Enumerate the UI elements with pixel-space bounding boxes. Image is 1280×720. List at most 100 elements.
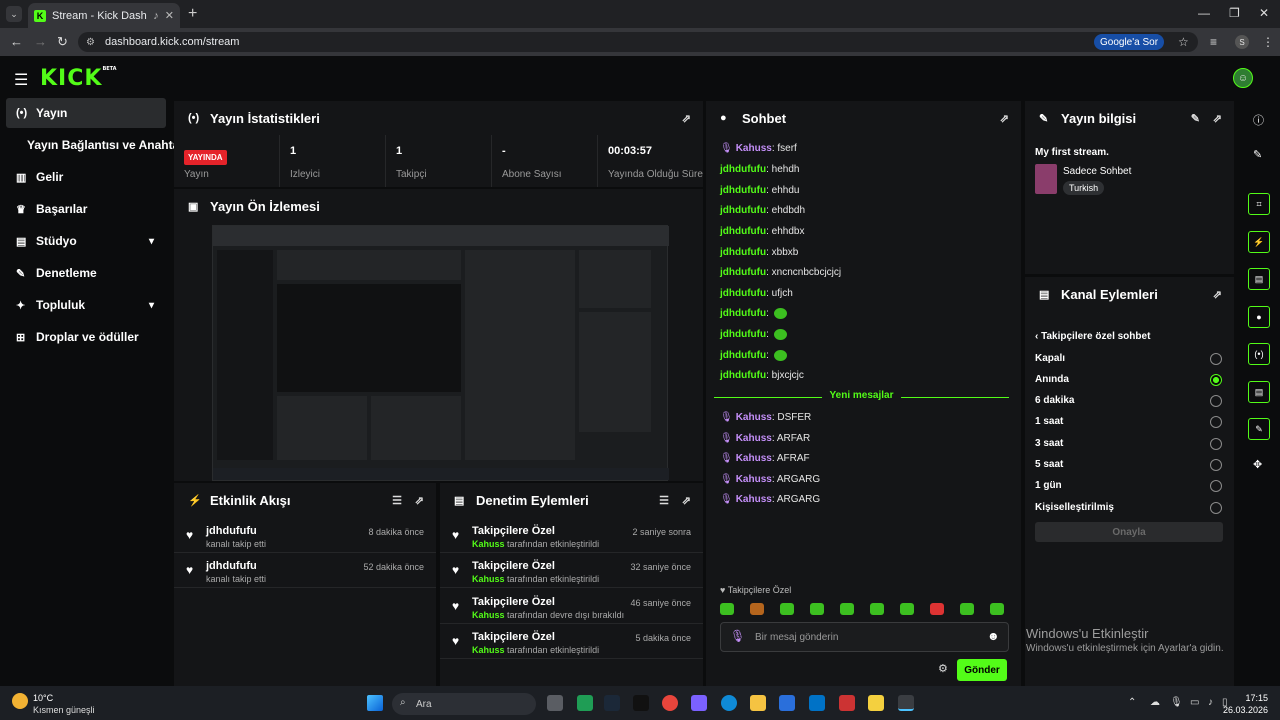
option-1-saat[interactable]: 1 saat [1035, 411, 1224, 432]
browser-menu-icon[interactable]: ⋮ [1262, 35, 1274, 49]
url-field[interactable]: ⚙ dashboard.kick.com/stream [78, 32, 1198, 52]
info-icon[interactable]: ⓘ [1253, 112, 1264, 128]
sidebar-item-basarilar[interactable]: ♛ Başarılar [6, 194, 166, 224]
microphone-tray-icon[interactable]: 🎙 [1170, 697, 1183, 708]
kick-logo[interactable]: KICKBETA [40, 66, 117, 91]
option-6-dakika[interactable]: 6 dakika [1035, 390, 1224, 411]
chat-username[interactable]: Kahuss [736, 433, 772, 444]
hamburger-menu-icon[interactable]: ☰ [14, 70, 28, 90]
moderator-name[interactable]: Kahuss [472, 574, 505, 584]
chat-username[interactable]: Kahuss [736, 494, 772, 505]
chat-username[interactable]: jdhdufufu [720, 370, 766, 381]
emote-icon[interactable] [773, 350, 787, 361]
weather-icon[interactable] [12, 693, 28, 709]
radio-button[interactable] [1210, 458, 1222, 471]
radio-button[interactable] [1210, 373, 1222, 386]
taskbar-search[interactable]: Ara [392, 693, 536, 715]
google-lens-button[interactable]: Google'a Sor [1094, 34, 1165, 50]
chat-username[interactable]: Kahuss [736, 143, 772, 154]
mail-icon[interactable] [809, 695, 825, 711]
filter-icon[interactable]: ☰ [392, 494, 402, 507]
chat-username[interactable]: jdhdufufu [720, 350, 766, 361]
option-3-saat[interactable]: 3 saat [1035, 433, 1224, 454]
emote-icon[interactable] [840, 603, 854, 615]
reload-button[interactable]: ↻ [57, 34, 68, 50]
close-window-button[interactable]: ✕ [1259, 6, 1269, 20]
epic-games-icon[interactable] [633, 695, 649, 711]
rail-button-clip[interactable]: ⌗ [1248, 193, 1270, 215]
chat-username[interactable]: jdhdufufu [720, 185, 766, 196]
back-button[interactable]: ← [10, 34, 23, 49]
chat-username[interactable]: jdhdufufu [720, 267, 766, 278]
rail-button-document[interactable]: ▤ [1248, 268, 1270, 290]
chat-username[interactable]: jdhdufufu [720, 205, 766, 216]
rail-button-actions[interactable]: ▤ [1248, 381, 1270, 403]
activity-user[interactable]: jdhdufufu [206, 560, 257, 572]
sidebar-item-denetleme[interactable]: ✎ Denetleme [6, 258, 166, 288]
bookmark-star-icon[interactable]: ☆ [1178, 35, 1189, 49]
popout-icon[interactable]: ⇗ [415, 494, 424, 507]
filter-icon[interactable]: ☰ [659, 494, 669, 507]
rail-button-broadcast[interactable]: (•) [1248, 343, 1270, 365]
popout-icon[interactable]: ⇗ [682, 112, 691, 125]
reading-list-icon[interactable]: ≡ [1210, 35, 1217, 49]
emote-icon[interactable] [773, 329, 787, 340]
emote-icon[interactable] [773, 308, 787, 319]
chrome-active-icon[interactable] [898, 695, 914, 711]
windows-start-icon[interactable] [367, 695, 383, 711]
moderator-name[interactable]: Kahuss [472, 610, 505, 620]
app-icon[interactable] [839, 695, 855, 711]
chat-username[interactable]: Kahuss [736, 453, 772, 464]
radio-button[interactable] [1210, 352, 1222, 365]
emoji-picker-icon[interactable]: ☻ [987, 629, 1000, 643]
option-kapali[interactable]: Kapalı [1035, 348, 1224, 369]
confirm-button[interactable]: Onayla [1035, 522, 1223, 542]
option-1-gun[interactable]: 1 gün [1035, 475, 1224, 496]
edit-icon[interactable]: ✎ [1191, 112, 1200, 125]
chat-username[interactable]: jdhdufufu [720, 308, 766, 319]
emote-icon[interactable] [960, 603, 974, 615]
sidebar-item-gelir[interactable]: ▥ Gelir [6, 162, 166, 192]
sidebar-item-studyo[interactable]: ▤ Stüdyo ▾ [6, 226, 166, 256]
send-button[interactable]: Gönder [957, 659, 1007, 681]
add-widget-icon[interactable]: ✥ [1253, 458, 1262, 471]
emote-icon[interactable] [990, 603, 1004, 615]
chat-username[interactable]: jdhdufufu [720, 247, 766, 258]
new-tab-button[interactable]: + [188, 5, 197, 23]
popout-icon[interactable]: ⇗ [1213, 112, 1222, 125]
forward-button[interactable]: → [34, 34, 47, 49]
tab-close-icon[interactable]: ✕ [165, 9, 174, 22]
emote-icon[interactable] [720, 603, 734, 615]
volume-icon[interactable]: ♪ [1208, 697, 1213, 708]
emote-icon[interactable] [870, 603, 884, 615]
radio-button[interactable] [1210, 394, 1222, 407]
chrome-icon[interactable] [662, 695, 678, 711]
popout-icon[interactable]: ⇗ [682, 494, 691, 507]
radio-button[interactable] [1210, 437, 1222, 450]
back-button[interactable]: ‹ Takipçilere özel sohbet [1035, 331, 1150, 342]
chat-username[interactable]: jdhdufufu [720, 288, 766, 299]
moderator-name[interactable]: Kahuss [472, 645, 505, 655]
tab-search-button[interactable]: ⌄ [6, 6, 22, 22]
edge-icon[interactable] [721, 695, 737, 711]
clock-time[interactable]: 17:15 [1228, 693, 1268, 703]
radio-button[interactable] [1210, 501, 1222, 514]
radio-button[interactable] [1210, 479, 1222, 492]
maximize-button[interactable]: ❐ [1229, 6, 1240, 20]
browser-tab[interactable]: K Stream - Kick Dashboard ♪ ✕ [28, 3, 180, 28]
sidebar-item-yayin[interactable]: (•) Yayın [6, 98, 166, 128]
copilot-icon[interactable] [691, 695, 707, 711]
minimize-button[interactable]: — [1198, 6, 1210, 20]
rail-button-lightning[interactable]: ⚡ [1248, 231, 1270, 253]
popout-icon[interactable]: ⇗ [1000, 112, 1009, 125]
sidebar-item-stream-key[interactable]: Yayın Bağlantısı ve Anahtarı [6, 130, 187, 160]
file-explorer-icon[interactable] [750, 695, 766, 711]
activity-user[interactable]: jdhdufufu [206, 525, 257, 537]
xbox-icon[interactable] [577, 695, 593, 711]
edit-icon[interactable]: ✎ [1253, 148, 1262, 161]
clock-date[interactable]: 26.03.2026 [1222, 705, 1268, 715]
emote-icon[interactable] [900, 603, 914, 615]
store-icon[interactable] [779, 695, 795, 711]
option-custom[interactable]: Kişiselleştirilmiş [1035, 497, 1224, 518]
option-aninda[interactable]: Anında [1035, 369, 1224, 390]
